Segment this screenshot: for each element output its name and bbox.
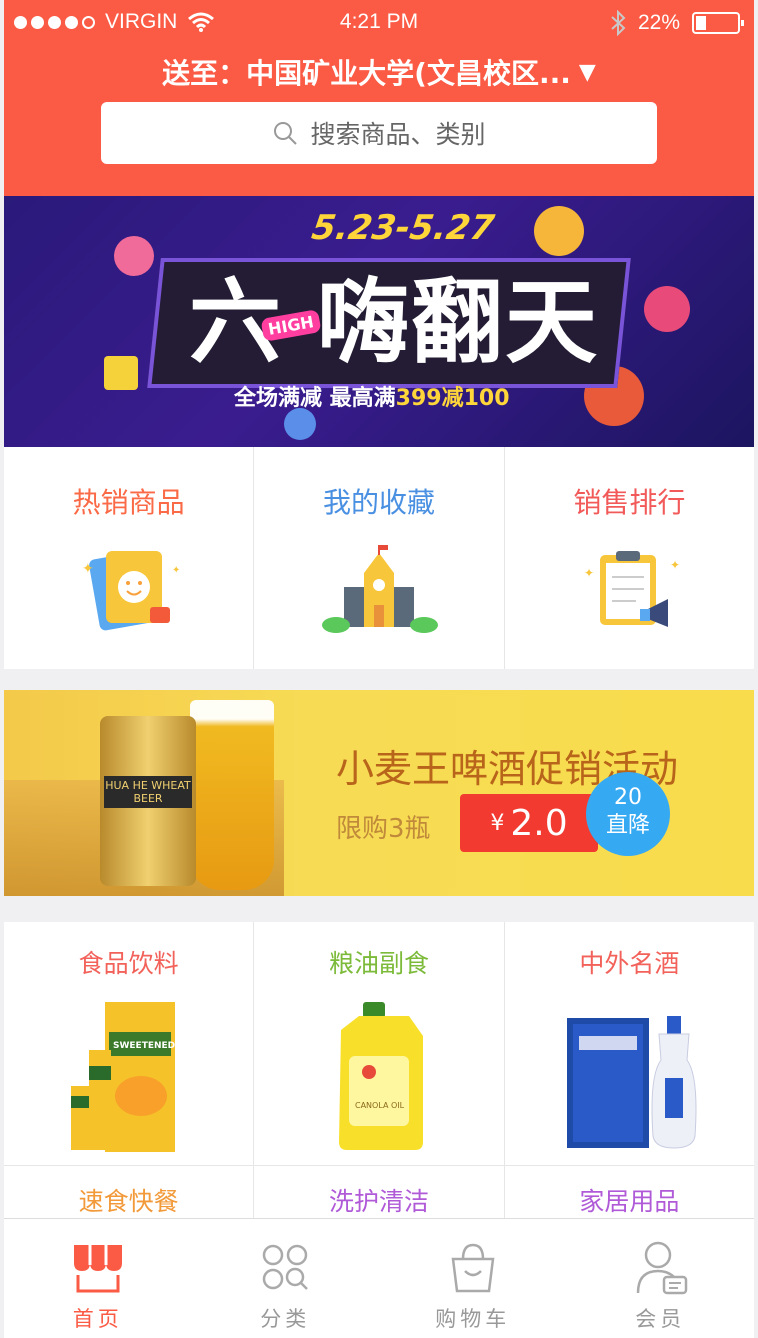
category-grid: 食品饮料 SWEETENED MANGO 粮油副食 CANOLA OIL: [4, 922, 754, 1226]
bluetooth-icon: [611, 10, 626, 36]
quick-entry-favorites[interactable]: 我的收藏: [254, 447, 505, 669]
svg-text:✦: ✦: [670, 558, 680, 572]
category-food-drinks[interactable]: 食品饮料 SWEETENED MANGO: [4, 922, 255, 1165]
favorites-icon: [321, 545, 438, 633]
quick-entries: 热销商品 ✦ ✦ 我的收藏 销售排行 ✦ ✦: [4, 447, 754, 669]
tab-label: 首页: [72, 1307, 123, 1331]
banner-subtitle: 全场满减 最高满399减100: [234, 386, 510, 411]
quick-entry-sales-ranking[interactable]: 销售排行 ✦ ✦: [505, 447, 754, 669]
tab-label: 购物车: [435, 1307, 511, 1331]
category-grain-oil[interactable]: 粮油副食 CANOLA OIL: [254, 922, 505, 1165]
member-profile-icon: [637, 1241, 688, 1295]
home-store-icon: [73, 1245, 122, 1293]
header: VIRGIN 4:21 PM 22% 送至：中国矿业大学(文昌校区... ▼ 搜…: [4, 0, 754, 196]
search-input[interactable]: 搜索商品、类别: [101, 102, 657, 164]
hot-products-icon: ✦ ✦: [82, 551, 180, 631]
category-label: 家居用品: [579, 1187, 680, 1216]
svg-text:CANOLA OIL: CANOLA OIL: [355, 1101, 405, 1110]
promo-banner-carousel[interactable]: 5.23-5.27 六 嗨翻天 HIGH 全场满减 最高满399减100: [4, 196, 754, 447]
svg-text:✦: ✦: [82, 561, 94, 577]
tab-home[interactable]: 首页: [4, 1219, 192, 1338]
beer-can-image: HUA HE WHEAT BEER: [100, 716, 196, 886]
banner-title: 六 嗨翻天: [188, 269, 600, 376]
svg-text:SWEETENED MANGO: SWEETENED MANGO: [113, 1041, 189, 1051]
quick-entry-label: 我的收藏: [322, 486, 435, 519]
tab-cart[interactable]: 购物车: [379, 1219, 567, 1338]
sales-ranking-icon: ✦ ✦: [584, 551, 680, 627]
category-grid-icon: [263, 1244, 309, 1290]
category-home-goods[interactable]: 家居用品: [505, 1166, 754, 1226]
banner-date: 5.23-5.27: [309, 208, 497, 248]
svg-text:✦: ✦: [584, 566, 594, 580]
quick-entry-label: 热销商品: [72, 486, 185, 519]
promo-price: ¥2.0: [460, 794, 598, 852]
search-placeholder: 搜索商品、类别: [310, 120, 486, 149]
category-label: 速食快餐: [78, 1187, 179, 1216]
category-label: 中外名酒: [579, 949, 680, 978]
category-fast-food[interactable]: 速食快餐: [4, 1166, 255, 1226]
delivery-address-selector[interactable]: 送至：中国矿业大学(文昌校区... ▼: [4, 52, 754, 92]
bottom-tab-bar: 首页 分类 购物车 会员: [4, 1218, 754, 1338]
liquor-gift-box-image: [567, 1016, 697, 1149]
delivery-address: 送至：中国矿业大学(文昌校区...: [162, 57, 571, 90]
battery-percent: 22%: [637, 11, 680, 34]
status-bar: VIRGIN 4:21 PM 22%: [4, 10, 754, 40]
category-label: 食品饮料: [78, 949, 179, 978]
quick-entry-label: 销售排行: [573, 486, 686, 519]
category-label: 洗护清洁: [328, 1187, 429, 1216]
tab-label: 会员: [635, 1307, 686, 1331]
caret-down-icon: ▼: [578, 59, 596, 85]
tab-member[interactable]: 会员: [567, 1219, 755, 1338]
category-liquor[interactable]: 中外名酒: [505, 922, 754, 1165]
promo-limit: 限购3瓶: [336, 814, 431, 844]
price-drop-badge: 20 直降: [586, 772, 670, 856]
svg-text:✦: ✦: [172, 565, 180, 576]
search-icon: [274, 122, 298, 145]
mango-juice-image: SWEETENED MANGO: [70, 1002, 189, 1152]
category-label: 粮油副食: [328, 949, 429, 978]
tab-category[interactable]: 分类: [192, 1219, 380, 1338]
tab-label: 分类: [260, 1307, 311, 1331]
category-cleaning[interactable]: 洗护清洁: [254, 1166, 505, 1226]
quick-entry-hot-products[interactable]: 热销商品 ✦ ✦: [4, 447, 255, 669]
battery-icon: [692, 12, 744, 34]
beer-glass-image: [190, 700, 274, 890]
shopping-bag-icon: [451, 1243, 495, 1293]
canola-oil-image: CANOLA OIL: [338, 1002, 423, 1150]
beer-promotion-card[interactable]: HUA HE WHEAT BEER 小麦王啤酒促销活动 限购3瓶 ¥2.0 20…: [4, 690, 754, 896]
